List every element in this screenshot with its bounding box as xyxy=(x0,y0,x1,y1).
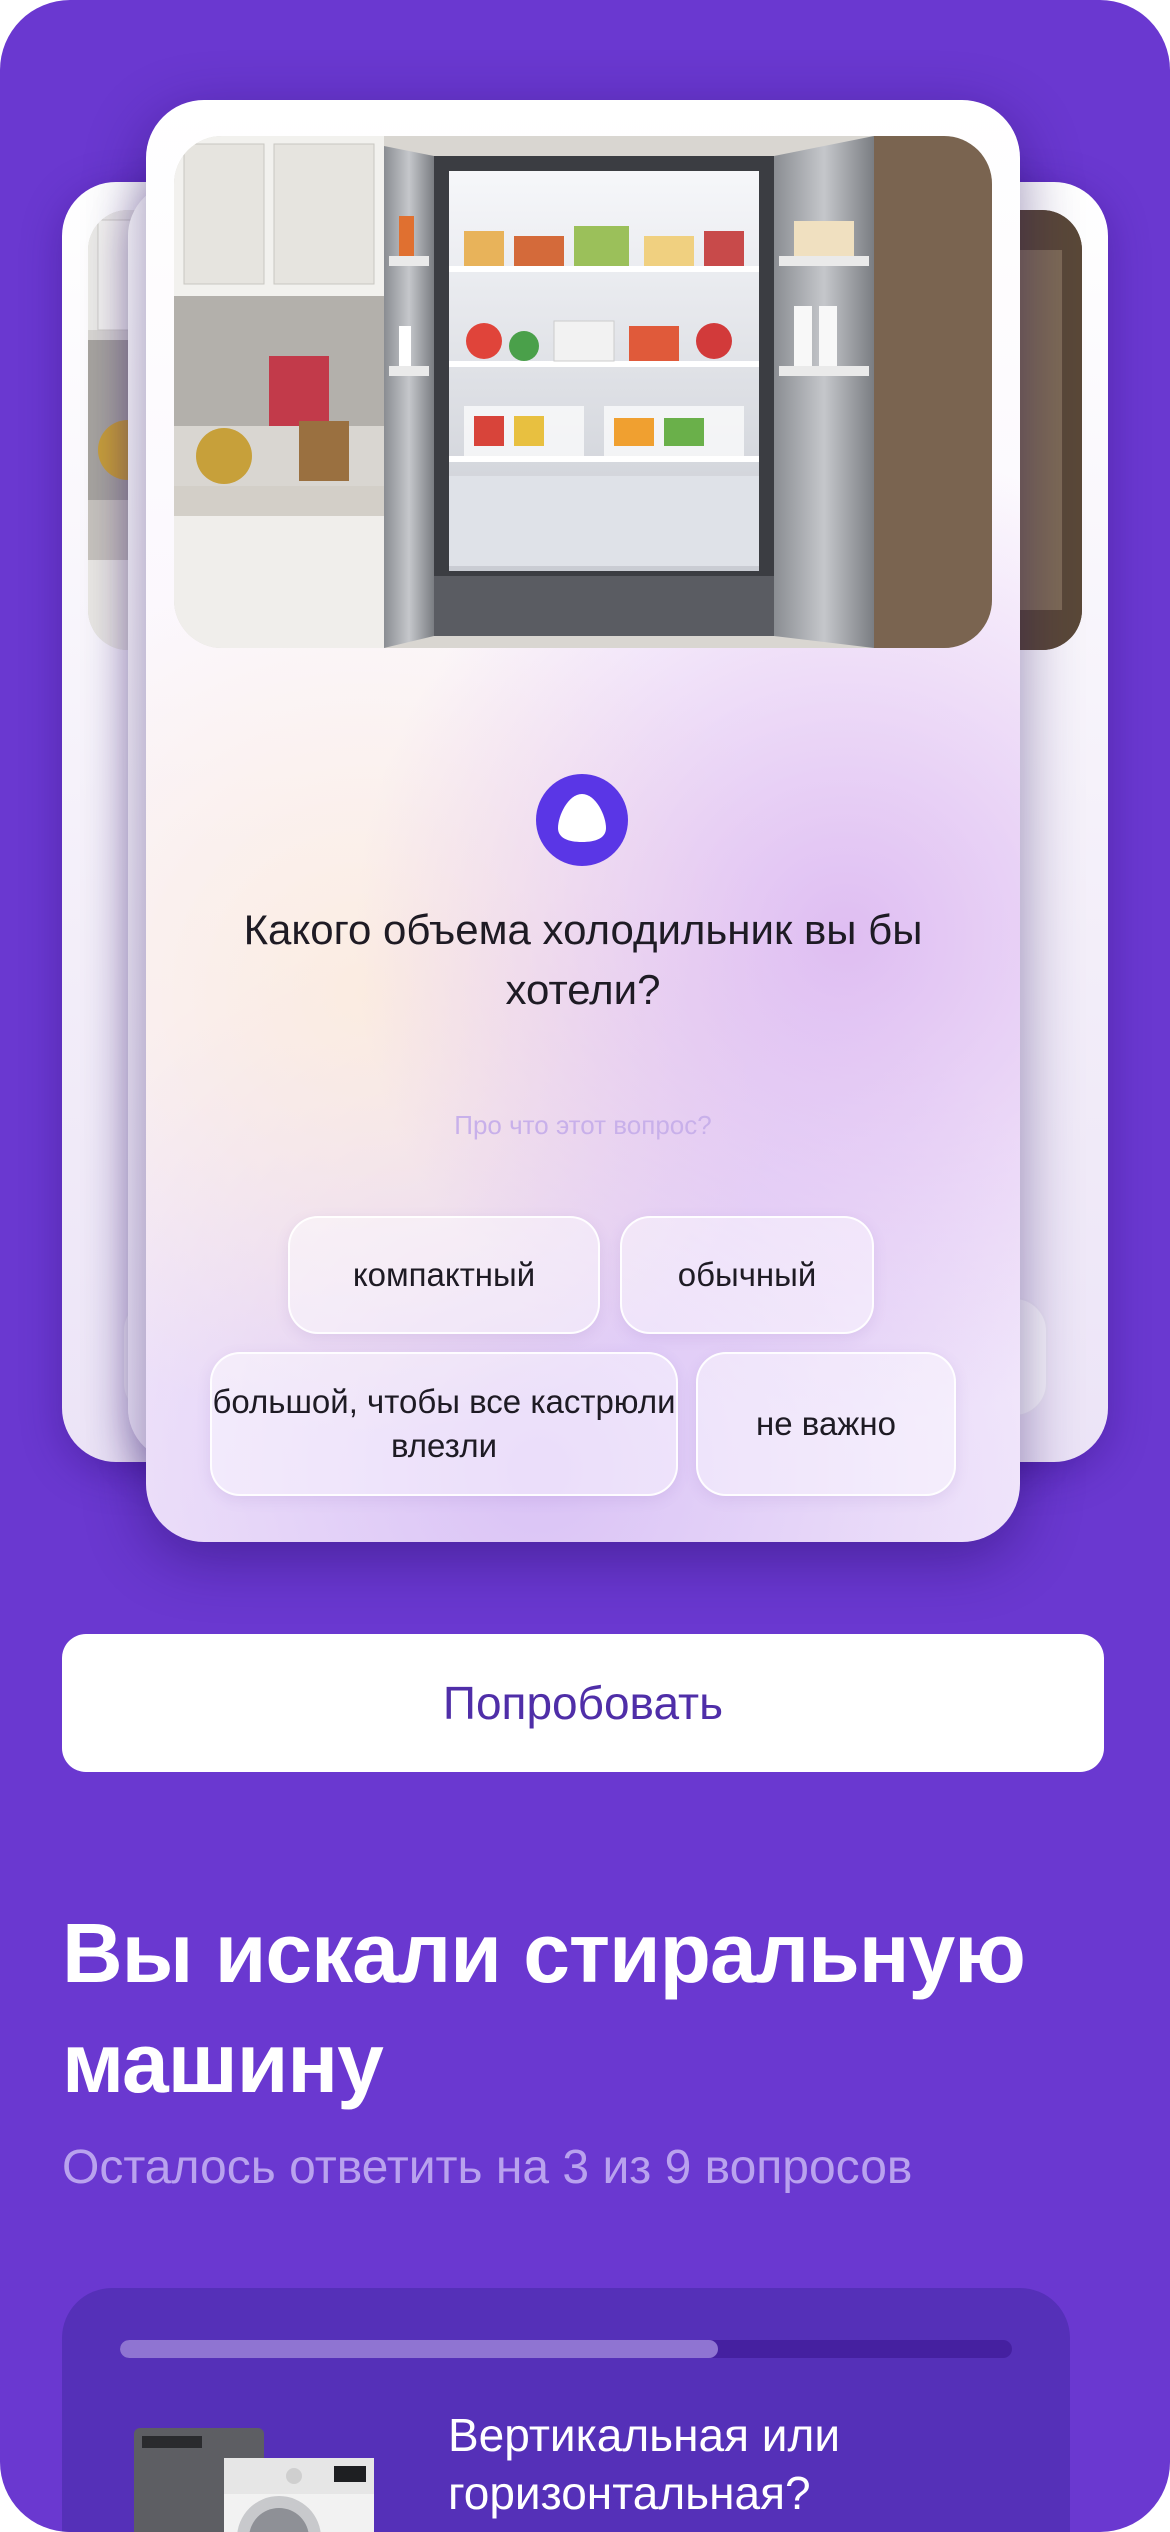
alice-icon xyxy=(534,772,630,868)
progress-fill xyxy=(120,2340,718,2358)
next-question-text: Вертикальная или горизонтальная? xyxy=(448,2409,841,2519)
next-question-card[interactable]: Вертикальная или горизонтальная? xyxy=(62,2288,1070,2532)
section-subtitle: Осталось ответить на 3 из 9 вопросов xyxy=(62,2141,913,2194)
option-regular[interactable]: обычный xyxy=(620,1216,874,1334)
clipped-text-top xyxy=(60,0,1110,18)
refrigerator-photo xyxy=(174,136,992,648)
app-screen: Какого объема холодильник вы бы хотели? … xyxy=(0,0,1170,2532)
section-title: Вы искали стиральную машину xyxy=(62,1906,1026,2110)
option-not-important[interactable]: не важно xyxy=(696,1352,956,1496)
option-large[interactable]: большой, чтобы все кастрюли влезли xyxy=(210,1352,678,1496)
option-compact[interactable]: компактный xyxy=(288,1216,600,1334)
quiz-card: Какого объема холодильник вы бы хотели? … xyxy=(146,100,1020,1542)
quiz-question: Какого объема холодильник вы бы хотели? xyxy=(243,906,923,1013)
about-question-link[interactable]: Про что этот вопрос? xyxy=(146,1110,1020,1141)
progress-bar xyxy=(120,2340,1012,2358)
try-button[interactable]: Попробовать xyxy=(62,1634,1104,1772)
washing-machine-photo xyxy=(134,2418,394,2532)
